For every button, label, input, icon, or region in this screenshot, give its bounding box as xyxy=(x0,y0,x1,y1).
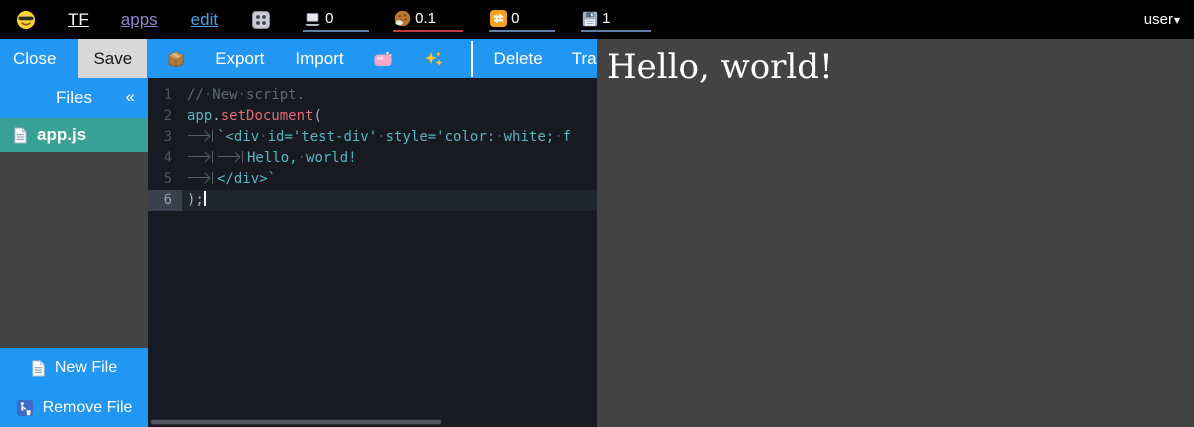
code-token: id='test-div' xyxy=(268,129,378,145)
remove-file-label: Remove File xyxy=(43,399,133,417)
monitor-count-input[interactable] xyxy=(325,10,365,28)
chevron-down-icon: ▾ xyxy=(1174,13,1180,27)
line-number: 5 xyxy=(148,169,182,190)
new-file-icon xyxy=(31,360,46,377)
soap-icon xyxy=(373,50,393,68)
code-line-text: ); xyxy=(182,190,206,211)
code-token: </div>` xyxy=(217,171,276,187)
code-token: · xyxy=(298,150,306,166)
files-header: Files « xyxy=(0,78,148,118)
preview-panel: Hello, world! xyxy=(597,39,1194,427)
import-button[interactable]: Import xyxy=(295,39,343,78)
repeat-count-input[interactable] xyxy=(511,10,551,28)
package-icon xyxy=(166,49,186,69)
litter-bin-icon xyxy=(16,399,34,417)
link-apps[interactable]: apps xyxy=(121,10,158,30)
code-token: ); xyxy=(187,192,204,208)
code-line-5[interactable]: 5 </div>` xyxy=(148,169,597,190)
user-menu-label: user xyxy=(1144,11,1173,28)
die-face-4-icon[interactable] xyxy=(251,10,271,30)
code-token: · xyxy=(238,87,246,103)
text-cursor xyxy=(204,191,206,206)
code-line-text: Hello,·world! xyxy=(182,148,357,169)
sparkles-icon xyxy=(424,49,444,69)
close-button[interactable]: Close xyxy=(13,39,56,78)
code-token: . xyxy=(212,108,220,124)
line-number: 6 xyxy=(148,190,182,211)
delete-button[interactable]: Delete xyxy=(494,39,543,78)
code-token: · xyxy=(377,129,385,145)
empty-button[interactable] xyxy=(471,41,473,77)
code-token: · xyxy=(554,129,562,145)
cookie-count-field xyxy=(393,8,463,32)
code-token: style='color: xyxy=(386,129,496,145)
code-token: · xyxy=(259,129,267,145)
line-number: 1 xyxy=(148,85,182,106)
files-title: Files xyxy=(56,88,92,108)
code-line-text: //·New·script. xyxy=(182,85,305,106)
code-token: f xyxy=(563,129,571,145)
code-line-4[interactable]: 4Hello,·world! xyxy=(148,148,597,169)
code-token: white; xyxy=(504,129,555,145)
new-file-button[interactable]: New File xyxy=(0,348,148,388)
code-token: New xyxy=(212,87,237,103)
file-item-label: app.js xyxy=(37,125,86,145)
cookie-icon xyxy=(393,9,412,28)
code-lines: 1//·New·script.2app.setDocument(3`<div·i… xyxy=(148,85,597,211)
line-number: 3 xyxy=(148,127,182,148)
collapse-sidebar-button[interactable]: « xyxy=(126,87,135,107)
preview-hello-text: Hello, world! xyxy=(607,46,1184,89)
code-line-2[interactable]: 2app.setDocument( xyxy=(148,106,597,127)
export-button[interactable]: Export xyxy=(215,39,264,78)
repeat-count-field xyxy=(489,8,555,32)
new-file-label: New File xyxy=(55,359,117,377)
user-menu[interactable]: user▾ xyxy=(1144,11,1180,28)
soap-button[interactable] xyxy=(373,39,393,78)
document-icon xyxy=(13,127,28,144)
smiling-face-with-sunglasses-icon[interactable] xyxy=(16,10,36,30)
code-line-text: app.setDocument( xyxy=(182,106,322,127)
code-token: Hello, xyxy=(247,150,298,166)
code-line-1[interactable]: 1//·New·script. xyxy=(148,85,597,106)
tab-arrow-icon xyxy=(187,130,213,142)
code-token: app xyxy=(187,108,212,124)
files-sidebar: Files « app.js xyxy=(0,78,148,427)
code-line-6[interactable]: 6); xyxy=(148,190,597,211)
code-token: · xyxy=(495,129,503,145)
sparkles-button[interactable] xyxy=(424,39,444,78)
tab-arrow-icon xyxy=(187,172,213,184)
code-editor[interactable]: 1//·New·script.2app.setDocument(3`<div·i… xyxy=(148,78,597,427)
editor-toolbar: Close Save Export Import xyxy=(0,39,597,78)
tab-arrow-icon xyxy=(187,151,213,163)
floppy-disk-icon xyxy=(581,10,599,28)
save-button[interactable]: Save xyxy=(78,39,147,78)
link-edit[interactable]: edit xyxy=(191,10,218,30)
line-number: 2 xyxy=(148,106,182,127)
code-token: ( xyxy=(313,108,321,124)
code-line-3[interactable]: 3`<div·id='test-div'·style='color:·white… xyxy=(148,127,597,148)
save-count-input[interactable] xyxy=(602,10,642,28)
code-line-text: </div>` xyxy=(182,169,276,190)
line-number: 4 xyxy=(148,148,182,169)
code-token: setDocument xyxy=(221,108,314,124)
package-button[interactable] xyxy=(166,39,186,78)
tab-arrow-icon xyxy=(217,151,243,163)
file-item-appjs[interactable]: app.js xyxy=(0,118,148,152)
remove-file-button[interactable]: Remove File xyxy=(0,388,148,427)
code-token: world! xyxy=(306,150,357,166)
save-count-field xyxy=(581,8,651,32)
topbar: TF apps edit xyxy=(0,0,1194,39)
code-line-text: `<div·id='test-div'·style='color:·white;… xyxy=(182,127,571,148)
laptop-icon xyxy=(303,10,322,28)
code-token: script. xyxy=(246,87,305,103)
cookie-count-input[interactable] xyxy=(415,10,455,28)
repeat-icon xyxy=(489,9,508,28)
monitor-count-field xyxy=(303,8,369,32)
link-tf[interactable]: TF xyxy=(68,10,89,30)
horizontal-scrollbar[interactable] xyxy=(150,419,442,425)
code-token: // xyxy=(187,87,204,103)
sidebar-empty-area xyxy=(0,152,148,348)
code-token: `<div xyxy=(217,129,259,145)
